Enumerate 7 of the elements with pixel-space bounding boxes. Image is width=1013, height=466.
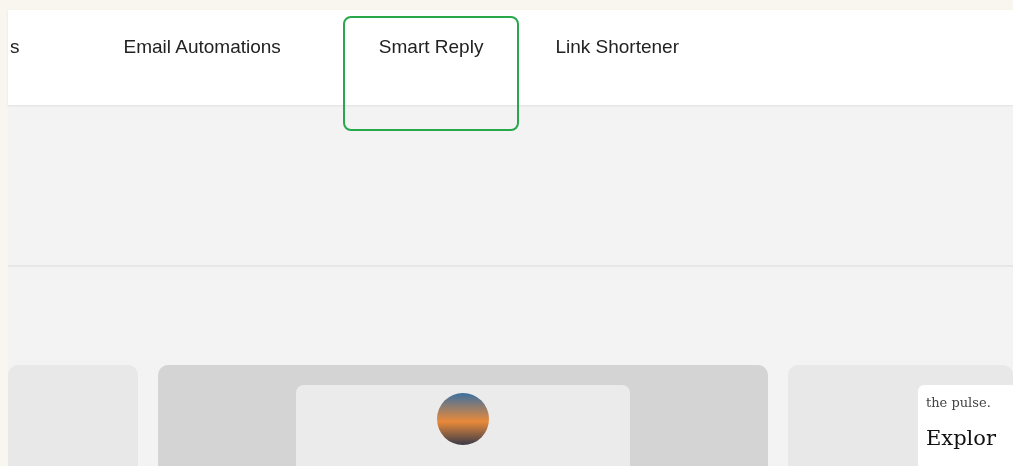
- preview-heading: Explor: [926, 426, 997, 450]
- tab[interactable]: s: [8, 16, 88, 131]
- tab[interactable]: Link Shortener: [519, 16, 715, 131]
- tab[interactable]: Smart Reply: [342, 16, 520, 131]
- tab[interactable]: Email Automations: [87, 16, 317, 131]
- preview-text: the pulse.: [926, 395, 992, 410]
- avatar-photo-placeholder: [437, 393, 489, 445]
